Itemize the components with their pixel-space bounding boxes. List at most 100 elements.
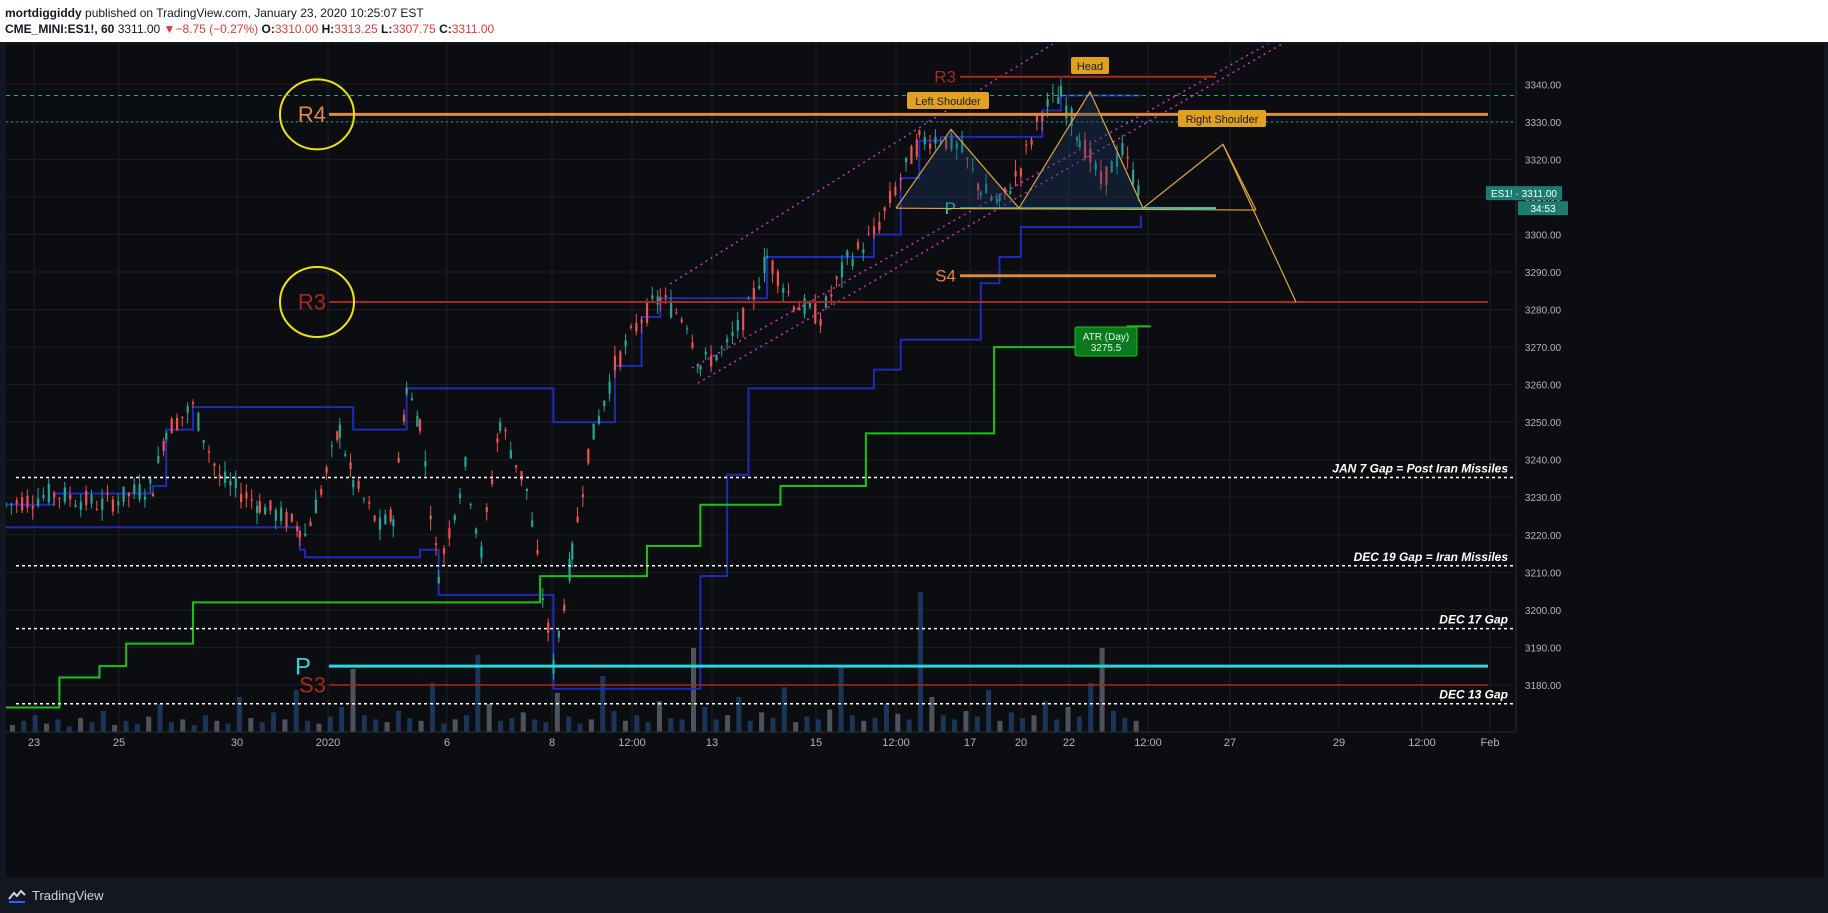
candle-body [624, 340, 627, 347]
volume-bar [237, 697, 242, 732]
candle-body [736, 319, 739, 331]
candle-body [127, 492, 131, 497]
candle-body [581, 494, 585, 497]
candle-body [357, 480, 360, 489]
candle-body [819, 318, 822, 326]
volume-bar [44, 723, 50, 732]
price-tick-label: 3340.00 [1525, 80, 1562, 91]
candle-body [509, 450, 512, 459]
volume-bar [691, 648, 696, 732]
candle-body [181, 416, 184, 419]
candle-body [58, 498, 61, 500]
volume-bar [429, 683, 435, 732]
channel-dotted-line [697, 43, 1283, 384]
time-tick-label: 12:00 [1134, 737, 1162, 749]
candle-body [175, 417, 179, 430]
volume-bar [395, 711, 401, 732]
candle-body [557, 631, 561, 638]
candle-body [26, 495, 29, 508]
volume-bar [804, 716, 810, 732]
volume-bar [645, 722, 651, 732]
candle-body [699, 365, 702, 370]
volume-bar [974, 716, 980, 732]
volume-bar [1042, 701, 1048, 732]
candle-body [669, 300, 673, 318]
candle-body [384, 514, 387, 524]
candle-body [320, 488, 323, 495]
candle-body [608, 381, 611, 394]
candle-body [405, 387, 408, 395]
volume-bar [168, 722, 174, 732]
candle-body [442, 548, 446, 555]
volume-bar [1133, 720, 1139, 732]
volume-bar [1122, 718, 1128, 732]
candle-body [325, 467, 328, 473]
candle-body [835, 276, 838, 279]
volume-bar [702, 706, 708, 732]
time-tick-label: 8 [549, 737, 555, 749]
candle-body [752, 288, 755, 300]
time-tick-label: 12:00 [1408, 737, 1436, 749]
candle-body [21, 497, 24, 511]
tradingview-logo[interactable]: TradingView [8, 888, 104, 903]
volume-bar [849, 715, 855, 732]
volume-bar [191, 725, 197, 732]
volume-bar [248, 718, 254, 732]
volume-bar [282, 719, 288, 732]
time-tick-label: 22 [1063, 737, 1075, 749]
candle-body [1025, 144, 1028, 146]
low-value: 3307.75 [392, 22, 436, 36]
candle-body [269, 500, 272, 511]
volume-bar [225, 723, 231, 732]
candle-body [899, 178, 902, 181]
candle-body [448, 528, 451, 539]
volume-bar [157, 704, 163, 732]
volume-bar [418, 720, 424, 732]
candle-body [1126, 156, 1129, 159]
time-tick-label: 30 [231, 737, 243, 749]
candle-body [1121, 143, 1124, 156]
author-name[interactable]: mortdiggiddy [5, 6, 82, 20]
volume-bar [66, 726, 72, 732]
volume-bar [668, 718, 674, 732]
candle-body [157, 456, 160, 463]
price-tick-label: 3250.00 [1525, 418, 1562, 429]
candle-body [680, 319, 683, 322]
candle-body [344, 454, 347, 456]
price-chart[interactable]: ATR (Day)3275.5 R4R3R3PS4PS3JAN 7 Gap = … [5, 31, 1824, 877]
volume-bar [441, 723, 447, 732]
volume-bar [1088, 683, 1094, 732]
candle-body [437, 576, 440, 584]
candle-body [37, 498, 40, 506]
volume-bar [1031, 715, 1037, 732]
candle-body [31, 505, 34, 509]
price-tick-label: 3190.00 [1525, 643, 1562, 654]
candle-body [101, 498, 104, 510]
candle-body [434, 543, 438, 546]
candle-body [429, 515, 432, 520]
candle-body [402, 414, 406, 422]
S4-level-label: S4 [935, 267, 956, 286]
candle-body [280, 507, 283, 522]
publish-info: mortdiggiddy published on TradingView.co… [5, 6, 424, 20]
open-value: 3310.00 [274, 22, 319, 36]
volume-bar [827, 709, 833, 732]
gap-label: DEC 13 Gap [1439, 688, 1508, 702]
candle-body [1057, 97, 1060, 104]
pattern-fill [896, 91, 1256, 211]
volume-bar [997, 720, 1003, 732]
time-tick-label: 13 [706, 737, 718, 749]
candle-body [149, 478, 152, 484]
volume-bar [452, 719, 458, 732]
candle-body [475, 528, 478, 534]
volume-bar [214, 720, 220, 732]
chart-area[interactable]: ATR (Day) 3275.5 R4 R3 R3 P S4 P S3 JAN 7 Gap = … [5, 31, 1824, 877]
candle-body [504, 429, 507, 432]
candle-body [571, 543, 574, 560]
time-tick-label: Feb [1481, 737, 1500, 749]
candle-body [191, 402, 195, 405]
volume-bar [180, 719, 186, 732]
candle-body [170, 418, 173, 434]
time-tick-label: 12:00 [618, 737, 646, 749]
volume-bar [861, 720, 867, 732]
